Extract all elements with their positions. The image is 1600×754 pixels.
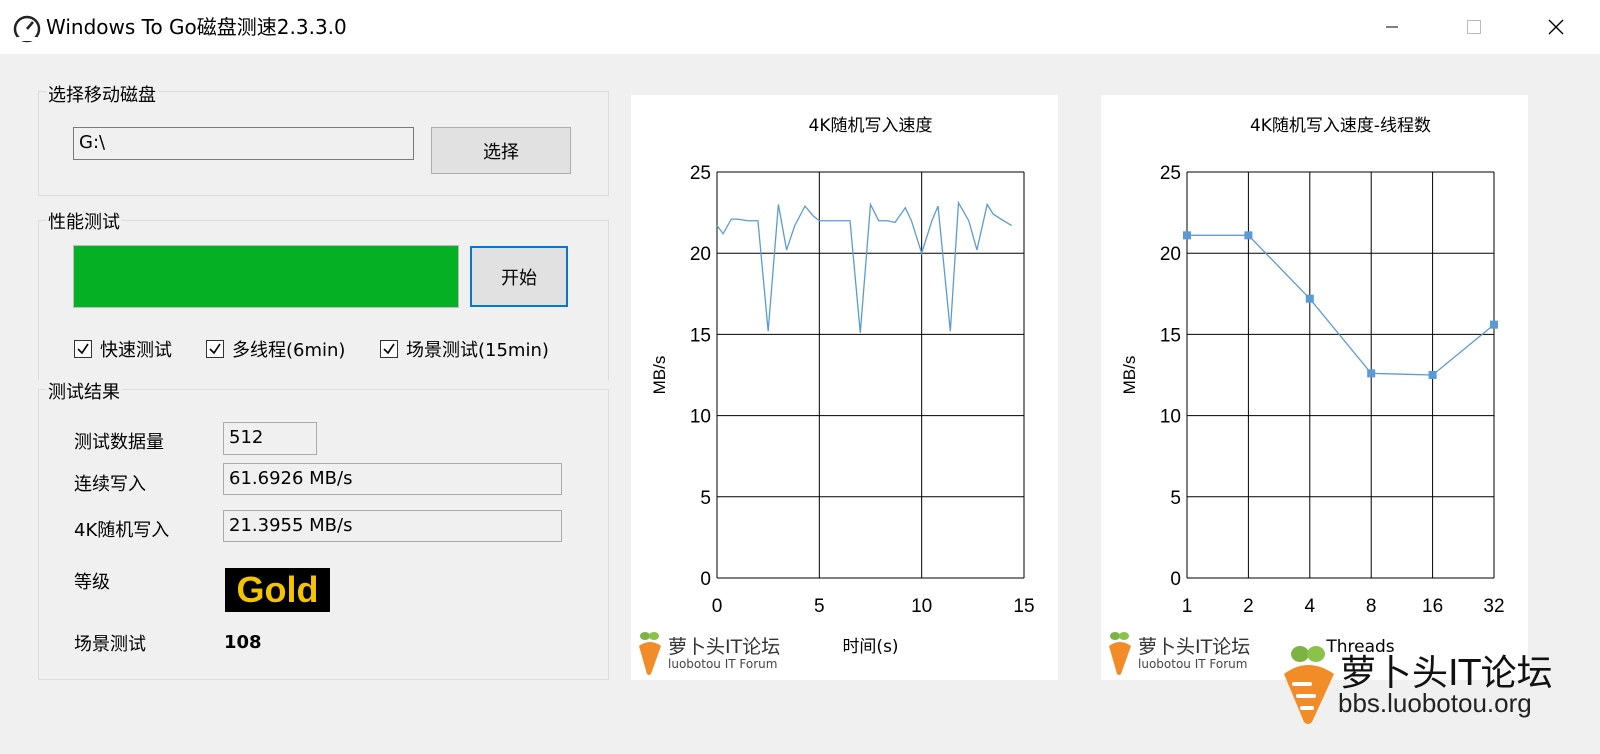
chart-4k-time-svg: 4K随机写入速度 0 5 10 15 20 25 0 5 10 15 MB/s 时间(s) [650,116,1035,657]
x-tick-label: 16 [1422,596,1443,617]
quick-test-option[interactable]: 快速测试 [74,336,172,362]
data-point [1244,231,1253,240]
y-tick-label: 25 [690,163,711,184]
scene-test-option[interactable]: 场景测试(15min) [380,336,549,362]
chart1-watermark-cn: 萝卜头IT论坛 [668,636,781,658]
multithread-option[interactable]: 多线程(6min) [206,336,345,362]
data-point [1490,320,1498,329]
carrot-logo-icon [1284,646,1334,724]
site-watermark: 萝卜头IT论坛 bbs.luobotou.org [1280,640,1590,750]
y-tick-label: 10 [690,407,711,428]
scene-result-value: 108 [224,632,262,653]
y-tick-label: 0 [700,569,711,590]
disk-group-label: 选择移动磁盘 [46,81,158,107]
x-axis-label: 时间(s) [842,637,898,657]
chart-title: 4K随机写入速度 [809,116,933,136]
y-tick-label: 20 [1160,244,1181,265]
result-group-label: 测试结果 [46,378,122,404]
carrot-icon [639,632,661,675]
check-icon [209,343,221,355]
rand4k-field: 21.3955 MB/s [223,510,562,542]
data-point [1305,294,1314,303]
check-icon [77,343,89,355]
x-tick-label: 1 [1182,596,1193,617]
title-bar: Windows To Go磁盘测速2.3.3.0 [0,0,1600,54]
maximize-icon [1467,20,1481,34]
seq-write-field: 61.6926 MB/s [223,463,562,495]
series-line [1187,234,1495,376]
x-tick-label: 8 [1366,596,1377,617]
y-axis-label: MB/s [650,356,669,395]
y-tick-label: 20 [690,244,711,265]
select-button[interactable]: 选择 [431,127,571,174]
progress-fill [74,246,458,307]
close-button[interactable] [1526,0,1586,54]
y-tick-label: 15 [690,325,711,346]
grade-label: 等级 [74,572,110,593]
chart-title: 4K随机写入速度-线程数 [1250,116,1431,136]
y-tick-label: 5 [1170,488,1181,509]
y-tick-label: 5 [700,488,711,509]
data-point [1367,369,1376,378]
x-tick-label: 2 [1243,596,1254,617]
window-title: Windows To Go磁盘测速2.3.3.0 [46,15,347,39]
chart2-watermark-cn: 萝卜头IT论坛 [1138,636,1251,658]
multithread-label: 多线程(6min) [232,340,346,361]
perf-group-label: 性能测试 [46,208,122,234]
y-tick-label: 10 [1160,407,1181,428]
site-url: bbs.luobotou.org [1338,688,1532,718]
minimize-button[interactable] [1362,0,1422,54]
check-icon [383,343,395,355]
x-tick-label: 32 [1483,596,1504,617]
chart-4k-threads-svg: 4K随机写入速度-线程数05101520251 2 4 8 16 32MB/sThread… [1120,116,1505,657]
x-tick-label: 10 [911,596,932,617]
speedometer-icon [13,15,41,43]
scene-result-label: 场景测试 [74,634,146,655]
data-size-field: 512 [223,422,317,455]
x-tick-label: 0 [712,596,723,617]
grade-badge: Gold [225,568,330,612]
y-axis-label: MB/s [1120,356,1139,395]
scene-test-label: 场景测试(15min) [406,340,549,361]
series-line [716,200,1013,333]
rand4k-label: 4K随机写入 [74,520,170,541]
disk-path-input[interactable]: G:\ [73,127,414,160]
start-button[interactable]: 开始 [470,246,568,307]
data-point [1428,371,1437,379]
quick-test-label: 快速测试 [100,340,172,361]
chart-4k-threads: 4K随机写入速度-线程数 0 5 10 15 20 25 1 2 4 8 16 32 MB/s Thread… [1101,95,1528,680]
x-tick-label: 15 [1013,596,1034,617]
x-tick-label: 4 [1305,596,1316,617]
y-tick-label: 15 [1160,325,1181,346]
close-icon [1548,19,1564,35]
chart1-watermark-en: luobotou IT Forum [668,657,778,671]
seq-write-label: 连续写入 [74,474,146,495]
maximize-button[interactable] [1444,0,1504,54]
chart-4k-time: 4K随机写入速度 0 5 10 15 20 25 0 5 10 15 MB/s 时间(s) 萝卜头IT论… [631,95,1058,680]
chart2-watermark-en: luobotou IT Forum [1138,657,1248,671]
y-tick-label: 25 [1160,163,1181,184]
progress-bar [73,245,459,308]
carrot-icon [1109,632,1131,675]
quick-test-checkbox[interactable] [74,340,92,358]
scene-test-checkbox[interactable] [380,340,398,358]
data-size-label: 测试数据量 [74,432,164,453]
data-point [1183,231,1191,240]
y-tick-label: 0 [1170,569,1181,590]
x-tick-label: 5 [814,596,825,617]
multithread-checkbox[interactable] [206,340,224,358]
minimize-icon [1386,26,1398,28]
